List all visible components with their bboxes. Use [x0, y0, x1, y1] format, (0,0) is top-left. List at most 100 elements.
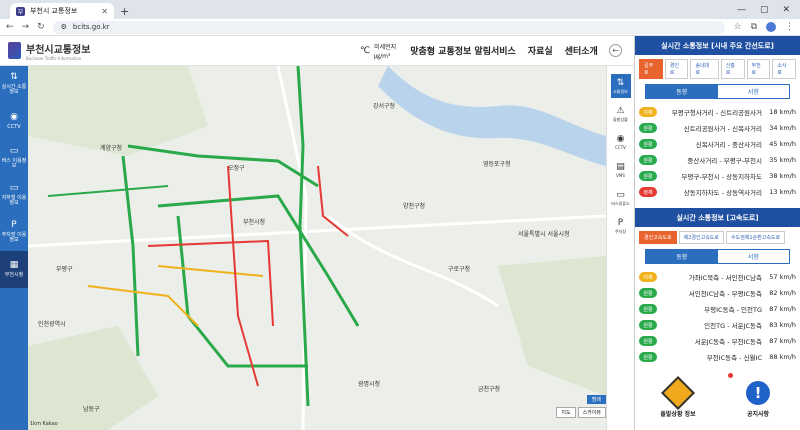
traffic-line: [127, 144, 319, 188]
forward-icon[interactable]: →: [22, 22, 30, 32]
traffic-row[interactable]: 원활 신트리공원사거 - 신복사거리 34 km/h: [639, 120, 796, 136]
left-nav-item[interactable]: ⇅ 실시간 소통정보: [0, 66, 28, 103]
segment-speed: 88 km/h: [769, 353, 796, 361]
collapse-panel-icon[interactable]: ←: [609, 44, 622, 57]
map-tool-button[interactable]: ⇅ 소통정보: [610, 74, 631, 98]
dir-tab-east[interactable]: 동향: [646, 85, 718, 98]
map-tool-button[interactable]: ◉ CCTV: [611, 130, 631, 154]
extensions-icon[interactable]: ⧉: [751, 22, 757, 32]
left-nav-item[interactable]: ▭ 버스 이용정보: [0, 140, 28, 177]
map-tool-button[interactable]: ⚠ 돌발상황: [611, 102, 631, 126]
traffic-row[interactable]: 지체 가좌IC북측 - 서인천IC남측 57 km/h: [639, 269, 796, 285]
close-window-icon[interactable]: ✕: [782, 5, 790, 15]
traffic-row[interactable]: 정체 상동지하차도 - 상동역사거리 13 km/h: [639, 184, 796, 200]
left-nav-item[interactable]: ▭ 지하철 이용정보: [0, 177, 28, 214]
weather-widget: ℃ 미세먼지 ㎍/m³: [360, 42, 396, 60]
traffic-row[interactable]: 원활 부평구-부천시 - 상동지하차도 38 km/h: [639, 168, 796, 184]
map-label: 부평구: [56, 265, 73, 273]
traffic-row[interactable]: 원활 인천TG - 서운JC동측 83 km/h: [639, 317, 796, 333]
reload-icon[interactable]: ↻: [37, 22, 45, 32]
road-tab[interactable]: 송내대로: [690, 59, 719, 79]
site-favicon-icon: 부: [16, 6, 25, 16]
main-menu: 맞춤형 교통정보 알림서비스 자료실 센터소개: [410, 44, 598, 57]
map-tool-button[interactable]: ▤ VMS: [611, 158, 631, 182]
traffic-row[interactable]: 원활 중산사거리 - 부평구-부천시 35 km/h: [639, 152, 796, 168]
dir-tab-west[interactable]: 서향: [718, 85, 790, 98]
weather-temp: ℃: [360, 45, 371, 56]
status-badge: 원활: [639, 320, 657, 330]
tool-label: 버스정류소: [611, 200, 630, 206]
browser-actions: ☆ ⧉ ⋮: [733, 22, 794, 32]
left-nav-item[interactable]: ▦ 부천시청: [0, 251, 28, 288]
road-tab[interactable]: 신흥로: [720, 59, 745, 79]
browser-tab[interactable]: 부 부천시 교통정보 ✕: [10, 3, 114, 19]
traffic-row[interactable]: 원활 신복사거리 - 중산사거리 45 km/h: [639, 136, 796, 152]
menu-alert-service[interactable]: 맞춤형 교통정보 알림서비스: [410, 44, 516, 57]
nav-label: 주차장 이용정보: [1, 231, 27, 244]
traffic-map[interactable]: 강서구청 양천구청 영등포구청 계양구청 부평구 오정구 부천시청 구로구청 남…: [28, 66, 606, 430]
site-header: 부천시교통정보 Bucheon Traffic Information ℃ 미세…: [0, 36, 634, 66]
road-tab[interactable]: 제2경인고속도로: [678, 231, 724, 244]
map-label: 영등포구청: [483, 160, 511, 168]
menu-center-intro[interactable]: 센터소개: [565, 44, 598, 57]
profile-avatar[interactable]: [766, 22, 776, 32]
new-tab-icon[interactable]: +: [120, 3, 129, 19]
panel2-rows: 지체 가좌IC북측 - 서인천IC남측 57 km/h 원활 서인천IC남측 - 부평I…: [635, 267, 800, 367]
road-tab[interactable]: 경인로: [664, 59, 689, 79]
bookmark-star-icon[interactable]: ☆: [733, 22, 741, 32]
traffic-row[interactable]: 원활 서운JC동측 - 부천IC동측 87 km/h: [639, 333, 796, 349]
tool-label: CCTV: [615, 145, 626, 150]
segment-name: 중산사거리 - 부평구-부천시: [687, 157, 762, 165]
traffic-row[interactable]: 원활 부평IC동측 - 인천TG 87 km/h: [639, 301, 796, 317]
notice-button[interactable]: ! 공지사항: [721, 371, 795, 427]
nav-icon: ▭: [9, 146, 19, 157]
browser-tab-strip: 부 부천시 교통정보 ✕ + — ▢ ✕: [0, 0, 800, 19]
menu-archive[interactable]: 자료실: [528, 44, 553, 57]
traffic-line: [87, 285, 199, 327]
logo-subtitle: Bucheon Traffic Information: [26, 55, 82, 61]
segment-name: 신트리공원사거 - 신복사거리: [683, 125, 762, 133]
site-info-icon[interactable]: ⚙: [61, 23, 67, 31]
road-tab[interactable]: 수도권제1순환고속도로: [726, 231, 786, 244]
address-bar[interactable]: ⚙ bcits.go.kr: [52, 20, 726, 34]
skyview-button[interactable]: 스카이뷰: [577, 407, 606, 418]
traffic-row[interactable]: 원활 서인천IC남측 - 부평IC동측 82 km/h: [639, 285, 796, 301]
nav-label: 부천시청: [4, 271, 24, 278]
segment-speed: 18 km/h: [769, 108, 796, 116]
traffic-row[interactable]: 지체 부평구청사거리 - 신트리공원사거 18 km/h: [639, 104, 796, 120]
legend-button[interactable]: 범례: [586, 395, 606, 404]
status-badge: 원활: [639, 171, 657, 181]
status-badge: 지체: [639, 272, 657, 282]
road-tab[interactable]: 길주로: [639, 59, 663, 79]
road-work-icon: [661, 375, 695, 410]
left-nav-item[interactable]: P 주차장 이용정보: [0, 214, 28, 251]
maximize-icon[interactable]: ▢: [760, 5, 769, 15]
left-nav-item[interactable]: ◉ CCTV: [0, 103, 28, 140]
status-badge: 지체: [639, 107, 657, 117]
segment-name: 부평구청사거리 - 신트리공원사거: [671, 109, 762, 117]
incident-info-button[interactable]: 돌발상황 정보: [641, 371, 715, 427]
map-tool-button[interactable]: ▭ 버스정류소: [611, 186, 631, 210]
minimize-icon[interactable]: —: [737, 5, 746, 15]
nav-label: CCTV: [7, 123, 21, 130]
map-view-button[interactable]: 지도: [556, 407, 576, 418]
dir-tab-west[interactable]: 서향: [718, 250, 790, 263]
map-tool-button[interactable]: P 주차장: [611, 214, 631, 238]
site-logo[interactable]: 부천시교통정보 Bucheon Traffic Information: [0, 41, 160, 61]
nav-icon: ◉: [10, 111, 18, 122]
close-tab-icon[interactable]: ✕: [101, 7, 108, 16]
panel1-dir-tabs: 동향 서향: [645, 84, 790, 99]
road-tab[interactable]: 경인고속도로: [639, 231, 677, 244]
traffic-row[interactable]: 원활 부천IC동측 - 신월IC 88 km/h: [639, 349, 796, 365]
park-area: [28, 66, 208, 156]
segment-speed: 83 km/h: [769, 321, 796, 329]
traffic-line: [317, 165, 349, 237]
panel2-dir-tabs: 동향 서향: [645, 249, 790, 264]
road-tab[interactable]: 부천로: [746, 59, 771, 79]
road-tab[interactable]: 소사로: [772, 59, 796, 79]
dir-tab-east[interactable]: 동향: [646, 250, 718, 263]
map-label: 서울특별시 서울시청: [518, 230, 570, 238]
back-icon[interactable]: ←: [6, 22, 14, 32]
segment-speed: 35 km/h: [769, 156, 796, 164]
browser-menu-icon[interactable]: ⋮: [785, 22, 794, 32]
